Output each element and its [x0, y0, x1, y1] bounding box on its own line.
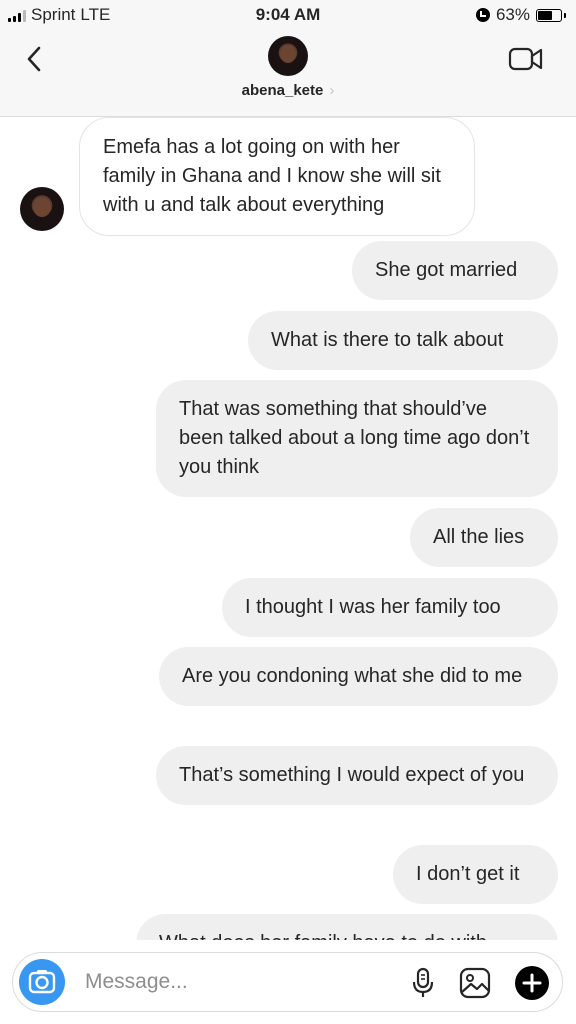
message-bubble-outgoing[interactable]: That was something that should’ve been t… — [156, 380, 558, 497]
battery-icon — [536, 8, 566, 22]
status-bar: Sprint LTE 9:04 AM 63% — [0, 0, 576, 32]
camera-icon — [28, 970, 56, 994]
message-bubble-outgoing[interactable]: I thought I was her family too — [222, 578, 558, 637]
chevron-right-icon: › — [329, 82, 335, 99]
message-bubble-outgoing[interactable]: What does her family have to do with — [136, 914, 558, 940]
profile-link[interactable]: abena_kete › — [0, 82, 576, 99]
alarm-icon — [475, 8, 490, 22]
message-bubble-outgoing[interactable]: That’s something I would expect of you — [156, 746, 558, 805]
message-thread[interactable]: Emefa has a lot going on with her family… — [0, 117, 576, 940]
message-bubble-outgoing[interactable]: All the lies — [410, 508, 558, 567]
chat-header: abena_kete › — [0, 32, 576, 117]
camera-button[interactable] — [19, 959, 65, 1005]
gallery-button[interactable] — [459, 967, 491, 999]
sender-avatar[interactable] — [20, 187, 64, 231]
video-call-button[interactable] — [508, 45, 544, 73]
header-avatar[interactable] — [268, 36, 308, 76]
message-bubble-outgoing[interactable]: What is there to talk about — [248, 311, 558, 370]
message-bubble-outgoing[interactable]: I don’t get it — [393, 845, 558, 904]
battery-percent: 63% — [495, 5, 530, 24]
message-bubble-incoming[interactable]: Emefa has a lot going on with her family… — [79, 117, 475, 236]
more-options-button[interactable] — [515, 966, 549, 1000]
back-chevron-icon — [27, 46, 41, 72]
composer-area — [0, 940, 576, 1024]
message-composer — [12, 952, 563, 1012]
gallery-icon — [459, 967, 491, 999]
message-input[interactable] — [83, 963, 387, 1001]
video-camera-icon — [508, 47, 543, 71]
plus-icon — [522, 973, 542, 993]
username: abena_kete — [241, 82, 324, 99]
back-button[interactable] — [20, 42, 50, 76]
voice-message-button[interactable] — [411, 967, 435, 999]
message-bubble-outgoing[interactable]: She got married — [352, 241, 558, 300]
microphone-icon — [412, 967, 434, 997]
message-bubble-outgoing[interactable]: Are you condoning what she did to me — [159, 647, 558, 706]
status-right: 63% — [475, 5, 566, 25]
